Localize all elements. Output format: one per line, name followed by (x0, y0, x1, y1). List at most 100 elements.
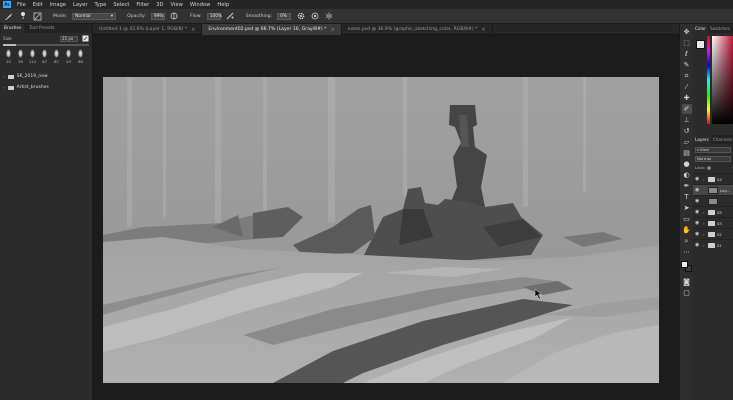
close-icon[interactable]: × (330, 27, 334, 33)
opacity-field[interactable]: 99% (150, 12, 165, 20)
brush-settings-icon[interactable] (33, 12, 42, 21)
chevron-right-icon[interactable]: › (703, 210, 706, 215)
gear-icon[interactable] (296, 12, 305, 21)
layer-row[interactable]: ◉ › 05 (693, 206, 733, 217)
eye-icon[interactable]: ◉ (695, 231, 701, 237)
tab-layers[interactable]: Layers (693, 135, 711, 144)
layer-row[interactable]: ◉ › 04 (693, 173, 733, 184)
brush-preset[interactable]: 43 (64, 49, 73, 64)
dodge-icon[interactable]: ◐ (682, 170, 692, 180)
menu-view[interactable]: View (171, 2, 183, 8)
color-swatches[interactable] (680, 261, 693, 273)
layer-kind-filter[interactable]: ⌕ Kind (695, 146, 731, 153)
gradient-icon[interactable]: ▤ (682, 148, 692, 158)
blend-mode-select[interactable]: Normal (695, 155, 731, 162)
path-select-icon[interactable]: ➤ (682, 203, 692, 213)
menu-help[interactable]: Help (217, 2, 229, 8)
type-icon[interactable]: T (682, 192, 692, 202)
brush-folder-sk[interactable]: › SK_2019_new (0, 71, 92, 82)
layer-row[interactable]: ◉ (693, 195, 733, 206)
chevron-right-icon[interactable]: › (703, 243, 706, 248)
chevron-right-icon[interactable]: › (3, 85, 5, 90)
chevron-right-icon[interactable]: › (3, 74, 5, 79)
eyedropper-icon[interactable]: ⁄ (682, 82, 692, 92)
doc-tab-notes[interactable]: notes.psd @ 36.9% (graphic_sketching_col… (342, 24, 493, 35)
crop-icon[interactable]: ⌗ (682, 71, 692, 81)
pressure-size-icon[interactable] (310, 12, 319, 21)
menu-window[interactable]: Window (190, 2, 210, 8)
brush-folder-artist[interactable]: › Artist_brushes (0, 82, 92, 93)
brush-preset[interactable]: 69 (76, 49, 85, 64)
layer-row[interactable]: ◉ Lay... (693, 184, 733, 195)
quick-select-icon[interactable]: ✎ (682, 60, 692, 70)
screen-mode-icon[interactable]: ▢ (682, 288, 692, 298)
tab-brushes[interactable]: Brushes (1, 24, 25, 33)
chevron-right-icon[interactable]: › (703, 232, 706, 237)
smoothing-field[interactable]: 0% (277, 12, 292, 20)
lasso-icon[interactable]: ℓ (682, 49, 692, 59)
brush-tool-preset-icon[interactable] (4, 12, 13, 21)
menu-layer[interactable]: Layer (73, 2, 87, 8)
history-brush-icon[interactable]: ↺ (682, 126, 692, 136)
chevron-right-icon[interactable]: › (703, 177, 706, 182)
menu-filter[interactable]: Filter (136, 2, 149, 8)
doc-tab-environment[interactable]: Environment02.psd @ 66.7% (Layer 16, Gra… (202, 24, 342, 35)
doc-tab-untitled[interactable]: Untitled-1 @ 42.6% (Layer 1, RGB/8) * × (93, 24, 203, 35)
eye-icon[interactable]: ◉ (695, 242, 701, 248)
tab-swatches[interactable]: Swatches (708, 24, 732, 33)
menu-file[interactable]: File (17, 2, 26, 8)
mode-select[interactable]: Normal ▾ (72, 12, 117, 20)
new-brush-icon[interactable] (82, 35, 89, 42)
eye-icon[interactable]: ◉ (695, 209, 701, 215)
blur-icon[interactable]: ● (682, 159, 692, 169)
menu-edit[interactable]: Edit (33, 2, 43, 8)
brush-preset[interactable]: 25 (4, 49, 13, 64)
layer-row[interactable]: ◉ › 02 (693, 228, 733, 239)
eye-icon[interactable]: ◉ (695, 187, 701, 193)
lock-icon[interactable]: ▦ (707, 165, 711, 170)
marquee-icon[interactable]: ⬚ (682, 38, 692, 48)
move-icon[interactable]: ✥ (682, 27, 692, 37)
airbrush-icon[interactable] (226, 12, 235, 21)
foreground-color-swatch[interactable] (680, 261, 688, 268)
current-color-swatch[interactable] (696, 40, 705, 49)
eye-icon[interactable]: ◉ (695, 220, 701, 226)
menu-image[interactable]: Image (50, 2, 66, 8)
more-icon[interactable]: ⋯ (682, 247, 692, 257)
pen-icon[interactable]: ✒ (682, 181, 692, 191)
brush-icon[interactable]: ✐ (681, 104, 692, 114)
hand-icon[interactable]: ✋ (682, 225, 692, 235)
menu-select[interactable]: Select (113, 2, 129, 8)
photoshop-logo[interactable]: Ps (3, 1, 11, 8)
menu-type[interactable]: Type (94, 2, 106, 8)
flow-field[interactable]: 100% (206, 12, 222, 20)
size-slider[interactable] (3, 44, 89, 46)
brush-preset[interactable]: 112 (28, 49, 37, 64)
saturation-brightness-field[interactable] (712, 36, 733, 124)
close-icon[interactable]: × (191, 27, 195, 33)
eraser-icon[interactable]: ▱ (682, 137, 692, 147)
symmetry-icon[interactable] (324, 12, 333, 21)
tab-color[interactable]: Color (693, 24, 708, 33)
eye-icon[interactable]: ◉ (695, 176, 701, 182)
brush-preset[interactable]: 87 (40, 49, 49, 64)
chevron-right-icon[interactable]: › (703, 221, 706, 226)
tab-tool-presets[interactable]: Tool Presets (26, 24, 57, 33)
stamp-icon[interactable]: ⊥ (682, 115, 692, 125)
healing-icon[interactable]: ✚ (682, 93, 692, 103)
layer-row[interactable]: ◉ › 03 (693, 217, 733, 228)
pressure-opacity-icon[interactable] (170, 12, 179, 21)
document-canvas[interactable] (103, 77, 659, 383)
hue-slider[interactable] (707, 36, 710, 124)
tab-channels[interactable]: Channels (711, 135, 733, 144)
eye-icon[interactable]: ◉ (695, 198, 701, 204)
close-icon[interactable]: × (481, 27, 485, 33)
size-field[interactable]: 25 px (60, 35, 78, 42)
brush-preset[interactable]: 39 (16, 49, 25, 64)
brush-preset[interactable]: 87 (52, 49, 61, 64)
brush-picker-button[interactable]: 3 (18, 12, 28, 21)
zoom-icon[interactable]: ⌕ (682, 236, 692, 246)
layer-row[interactable]: ◉ › 01 (693, 239, 733, 250)
quick-mask-icon[interactable]: ◙ (682, 277, 692, 287)
shape-icon[interactable]: ▭ (682, 214, 692, 224)
